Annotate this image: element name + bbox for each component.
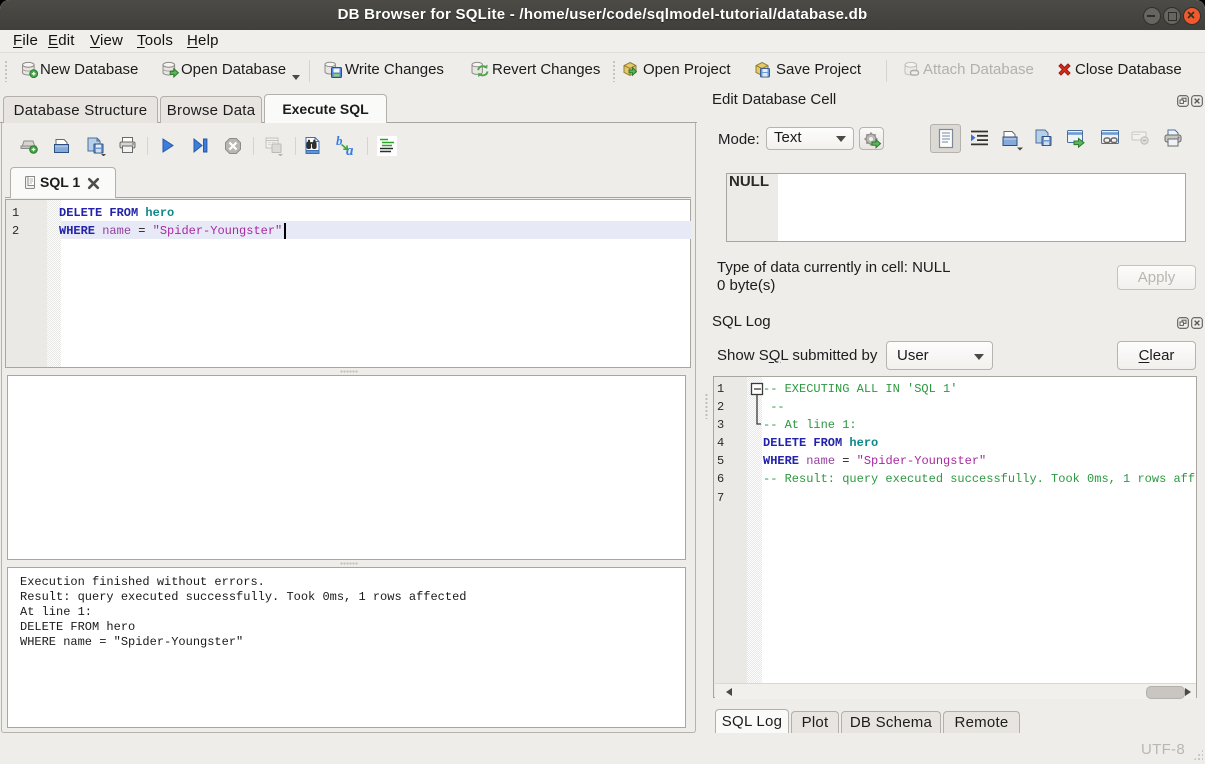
svg-text:b: b	[336, 135, 343, 148]
